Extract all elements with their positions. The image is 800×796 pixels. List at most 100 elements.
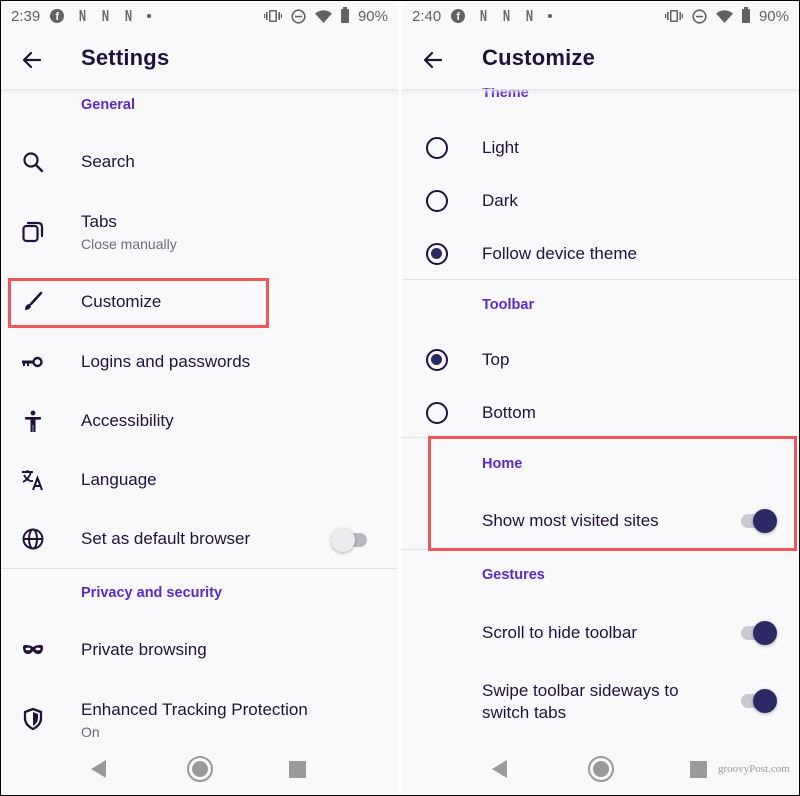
battery-percent: 90% <box>357 7 388 25</box>
netflix-icon: N <box>480 7 488 25</box>
status-time: 2:39 <box>11 7 41 25</box>
setting-scroll-hide-toolbar[interactable]: Scroll to hide toolbar <box>402 610 799 656</box>
settings-item-tabs[interactable]: Tabs Close manually <box>1 201 398 259</box>
toggle-knob <box>753 509 777 533</box>
setting-label: Scroll to hide toolbar <box>482 623 637 642</box>
setting-show-most-visited[interactable]: Show most visited sites <box>402 498 799 544</box>
radio-button-checked[interactable] <box>426 349 448 371</box>
section-header-gestures: Gestures <box>482 567 545 583</box>
radio-button-checked[interactable] <box>426 243 448 265</box>
mask-icon <box>21 638 45 662</box>
status-bar: 2:40 f N N N 90% <box>402 1 799 31</box>
toggle-knob <box>753 621 777 645</box>
nav-recents-icon[interactable] <box>289 761 306 778</box>
app-bar-shadow <box>402 89 799 94</box>
status-bar: 2:39 f N N N 90% <box>1 1 398 31</box>
settings-item-label: Search <box>81 152 135 171</box>
search-icon <box>21 150 45 174</box>
nav-back-icon[interactable] <box>91 760 106 778</box>
settings-item-subtitle: Close manually <box>81 236 177 252</box>
key-icon <box>21 350 45 374</box>
netflix-icon: N <box>503 7 511 25</box>
theme-option-follow-device[interactable]: Follow device theme <box>402 231 799 277</box>
settings-screen: 2:39 f N N N 90% Settings General Search… <box>1 1 398 795</box>
battery-icon <box>340 7 349 23</box>
toolbar-option-bottom[interactable]: Bottom <box>402 390 799 436</box>
option-label: Follow device theme <box>482 244 637 263</box>
vibrate-icon <box>664 9 683 23</box>
settings-item-subtitle: On <box>81 724 100 740</box>
translate-icon <box>21 468 45 492</box>
back-arrow-icon[interactable] <box>420 47 446 73</box>
wifi-icon <box>715 9 733 23</box>
netflix-icon: N <box>125 7 133 25</box>
section-divider <box>402 549 428 550</box>
section-divider <box>1 568 398 569</box>
more-dot-icon <box>548 14 553 18</box>
radio-button[interactable] <box>426 137 448 159</box>
accessibility-icon <box>21 409 45 433</box>
settings-item-label: Enhanced Tracking Protection <box>81 700 308 719</box>
theme-option-light[interactable]: Light <box>402 125 799 171</box>
globe-icon <box>21 527 45 551</box>
radio-button[interactable] <box>426 402 448 424</box>
settings-item-label: Set as default browser <box>81 529 251 548</box>
page-title: Customize <box>482 45 596 70</box>
navigation-bar: groovyPost.com <box>402 745 799 795</box>
settings-item-language[interactable]: Language <box>1 457 398 503</box>
setting-label-line2: switch tabs <box>482 703 567 722</box>
option-label: Top <box>482 350 510 369</box>
swipe-toolbar-toggle[interactable] <box>741 689 777 713</box>
section-header-general: General <box>81 97 135 113</box>
watermark: groovyPost.com <box>718 763 790 775</box>
settings-item-private-browsing[interactable]: Private browsing <box>1 627 398 673</box>
toggle-knob <box>753 689 777 713</box>
more-dot-icon <box>147 14 152 18</box>
nav-home-icon[interactable] <box>187 756 213 782</box>
option-label: Bottom <box>482 403 536 422</box>
customize-screen: 2:40 f N N N 90% Customize Theme <box>402 1 799 795</box>
option-label: Dark <box>482 191 518 210</box>
radio-button[interactable] <box>426 190 448 212</box>
section-header-privacy: Privacy and security <box>81 585 223 601</box>
paintbrush-icon <box>21 290 45 314</box>
option-label: Light <box>482 138 519 157</box>
settings-item-label: Customize <box>81 292 162 311</box>
settings-item-label: Accessibility <box>81 411 174 430</box>
do-not-disturb-icon <box>291 8 306 24</box>
section-header-toolbar: Toolbar <box>482 297 535 313</box>
setting-label: Show most visited sites <box>482 511 659 530</box>
nav-recents-icon[interactable] <box>690 761 707 778</box>
default-browser-toggle[interactable] <box>331 528 367 552</box>
facebook-icon: f <box>50 9 65 23</box>
setting-swipe-toolbar[interactable]: Swipe toolbar sideways to switch tabs <box>402 673 799 731</box>
setting-label-line1: Swipe toolbar sideways to <box>482 681 679 700</box>
settings-item-tracking-protection[interactable]: Enhanced Tracking Protection On <box>1 687 398 745</box>
shield-icon <box>21 707 45 731</box>
section-header-home: Home <box>482 456 523 472</box>
back-arrow-icon[interactable] <box>19 47 45 73</box>
nav-home-icon[interactable] <box>588 756 614 782</box>
app-bar: Settings <box>1 31 398 89</box>
settings-item-default-browser[interactable]: Set as default browser <box>1 516 398 562</box>
settings-item-customize[interactable]: Customize <box>1 279 398 325</box>
netflix-icon: N <box>102 7 110 25</box>
netflix-icon: N <box>526 7 534 25</box>
battery-percent: 90% <box>758 7 789 25</box>
theme-option-dark[interactable]: Dark <box>402 178 799 224</box>
scroll-hide-toolbar-toggle[interactable] <box>741 621 777 645</box>
battery-icon <box>741 7 750 23</box>
settings-item-logins[interactable]: Logins and passwords <box>1 339 398 385</box>
toolbar-option-top[interactable]: Top <box>402 337 799 383</box>
settings-item-search[interactable]: Search <box>1 139 398 185</box>
nav-back-icon[interactable] <box>492 760 507 778</box>
settings-item-label: Logins and passwords <box>81 352 251 371</box>
facebook-icon: f <box>451 9 466 23</box>
settings-item-label: Tabs <box>81 212 117 231</box>
most-visited-toggle[interactable] <box>741 509 777 533</box>
app-bar: Customize <box>402 31 799 89</box>
settings-item-accessibility[interactable]: Accessibility <box>1 398 398 444</box>
tabs-icon <box>21 220 45 244</box>
wifi-icon <box>314 9 332 23</box>
vibrate-icon <box>263 9 282 23</box>
